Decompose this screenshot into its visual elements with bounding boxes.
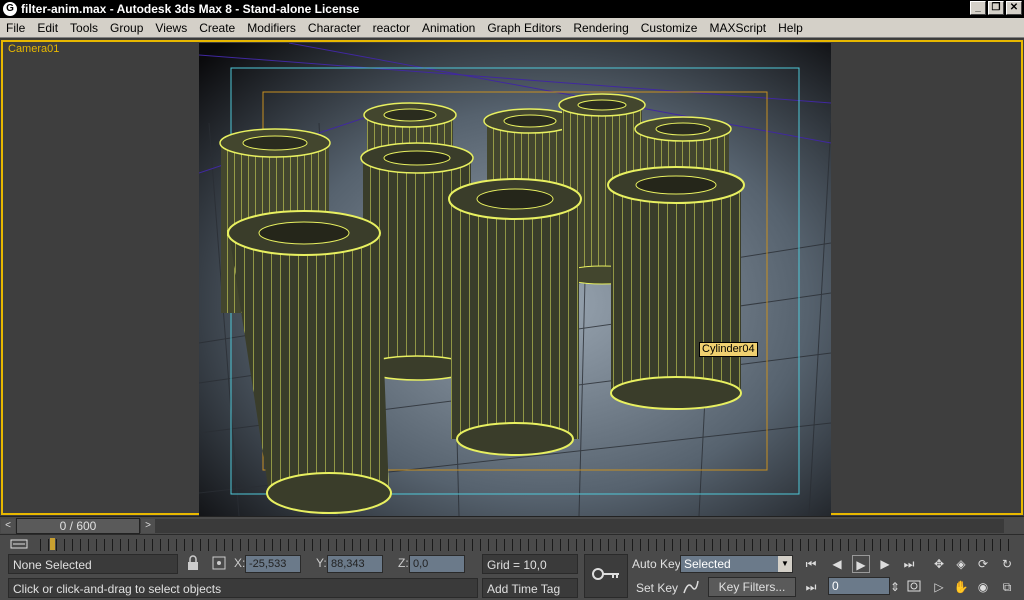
cylinder-front-center [448, 178, 582, 456]
y-coordinate-field[interactable]: 88,343 [327, 555, 383, 573]
camera-viewport[interactable]: Camera01 Cylinder04 [1, 40, 1023, 516]
zoom-icon[interactable]: ✥ [930, 555, 948, 573]
selection-set-value: Selected [684, 557, 731, 571]
time-slider[interactable]: < 0 / 600 > [0, 516, 1024, 534]
orbit-camera-icon[interactable]: ⟳ [974, 555, 992, 573]
track-bar-ticks [40, 539, 1010, 551]
menu-bar: File Edit Tools Group Views Create Modif… [0, 18, 1024, 38]
track-bar[interactable] [0, 534, 1024, 552]
set-key-button[interactable]: Set Key [632, 578, 680, 598]
add-time-tag-button[interactable]: Add Time Tag [482, 578, 578, 598]
play-icon[interactable]: ▶ [852, 555, 870, 573]
3dsmax-app-icon[interactable]: G [3, 2, 17, 16]
menu-character[interactable]: Character [302, 18, 367, 38]
window-controls: _ ❐ ✕ [970, 1, 1022, 15]
grid-size-display: Grid = 10,0 [482, 554, 578, 574]
menu-customize[interactable]: Customize [635, 18, 704, 38]
window-title: filter-anim.max - Autodesk 3ds Max 8 - S… [21, 2, 360, 16]
object-tooltip: Cylinder04 [699, 342, 758, 357]
frame-spinner-icon[interactable]: ⇕ [890, 578, 900, 596]
field-of-view-icon[interactable]: ◈ [952, 555, 970, 573]
minimize-button[interactable]: _ [970, 1, 986, 15]
previous-frame-icon[interactable]: ◀ [828, 555, 846, 573]
menu-help[interactable]: Help [772, 18, 809, 38]
key-filters-button[interactable]: Key Filters... [708, 577, 796, 597]
menu-rendering[interactable]: Rendering [567, 18, 634, 38]
time-slider-prev-button[interactable]: < [1, 519, 15, 533]
y-label: Y: [316, 556, 327, 570]
roll-camera-icon[interactable]: ↻ [998, 555, 1016, 573]
menu-graph-editors[interactable]: Graph Editors [481, 18, 567, 38]
maximize-viewport-icon[interactable]: ⧉ [998, 578, 1016, 596]
viewport-label[interactable]: Camera01 [8, 43, 59, 55]
x-coordinate-field[interactable]: -25,533 [245, 555, 301, 573]
time-slider-track[interactable] [16, 519, 1004, 533]
next-frame-icon[interactable]: ▶ [876, 555, 894, 573]
restore-button[interactable]: ❐ [988, 1, 1004, 15]
menu-create[interactable]: Create [193, 18, 241, 38]
x-label: X: [234, 556, 246, 570]
menu-maxscript[interactable]: MAXScript [703, 18, 772, 38]
menu-group[interactable]: Group [104, 18, 149, 38]
cylinder04[interactable] [607, 166, 745, 410]
prompt-line: Click or click-and-drag to select object… [8, 578, 478, 598]
time-slider-next-button[interactable]: > [141, 519, 155, 533]
current-frame-field[interactable]: 0 [828, 577, 890, 595]
auto-key-button[interactable]: Auto Key [628, 554, 680, 574]
pan-hand-icon[interactable]: ✋ [952, 578, 970, 596]
status-bar: None Selected Click or click-and-drag to… [0, 552, 1024, 600]
time-configuration-icon[interactable] [905, 578, 923, 596]
go-to-start-icon[interactable]: ⏮ [802, 555, 820, 573]
default-in-out-tangents-icon[interactable] [682, 579, 700, 597]
z-label: Z: [398, 556, 409, 570]
scene-render [199, 43, 831, 516]
lock-selection-icon[interactable] [184, 555, 202, 573]
selection-status: None Selected [8, 554, 178, 574]
go-to-end-icon[interactable]: ⏭ [900, 555, 918, 573]
selection-set-dropdown[interactable]: Selected ▼ [680, 555, 793, 573]
menu-views[interactable]: Views [149, 18, 193, 38]
absolute-mode-icon[interactable] [210, 555, 228, 573]
dropdown-arrow-icon[interactable]: ▼ [778, 556, 792, 572]
dolly-camera-icon[interactable]: ▷ [930, 578, 948, 596]
close-button[interactable]: ✕ [1006, 1, 1022, 15]
viewport-area: Camera01 Cylinder04 [0, 39, 1024, 516]
menu-file[interactable]: File [0, 18, 31, 38]
z-coordinate-field[interactable]: 0,0 [409, 555, 465, 573]
key-mode-toggle-icon[interactable]: ⏭ [802, 578, 820, 596]
menu-edit[interactable]: Edit [31, 18, 64, 38]
viewport-render[interactable]: Cylinder04 [199, 43, 831, 516]
time-slider-thumb[interactable]: 0 / 600 [16, 518, 140, 534]
title-bar: G filter-anim.max - Autodesk 3ds Max 8 -… [0, 0, 1024, 18]
menu-animation[interactable]: Animation [416, 18, 481, 38]
menu-modifiers[interactable]: Modifiers [241, 18, 302, 38]
current-frame-marker[interactable] [50, 538, 55, 550]
truck-camera-icon[interactable]: ◉ [974, 578, 992, 596]
filter-icon[interactable] [10, 539, 28, 549]
set-key-big-icon[interactable] [584, 554, 628, 598]
menu-reactor[interactable]: reactor [367, 18, 416, 38]
menu-tools[interactable]: Tools [64, 18, 104, 38]
